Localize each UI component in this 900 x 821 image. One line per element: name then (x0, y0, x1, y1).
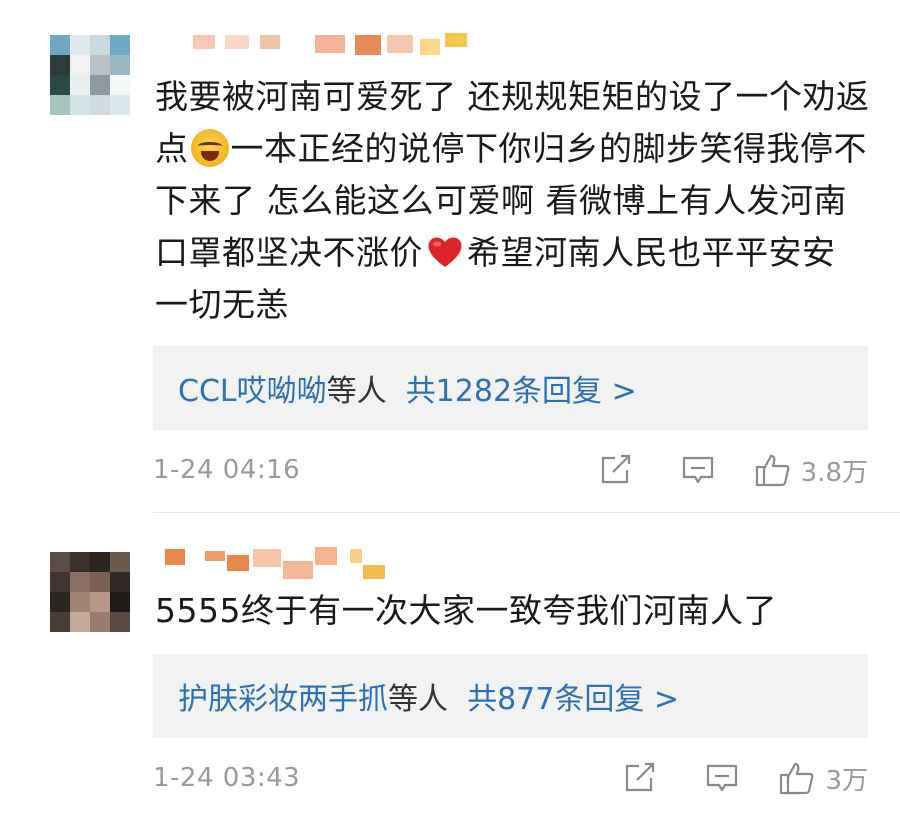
share-icon (626, 762, 655, 792)
comment-text: 5555终于有一次大家一致夸我们河南人了 (155, 591, 777, 630)
comment-button[interactable] (681, 454, 715, 486)
thumbs-up-icon (780, 762, 814, 795)
like-count: 3万 (825, 765, 868, 796)
reply-count: 共877条回复 > (467, 682, 680, 717)
timestamp: 1-24 04:16 (153, 455, 301, 485)
username-blurred[interactable] (165, 33, 485, 63)
comment-text: 我要被河南可爱死了 还规规矩矩的设了一个劝返点 一本正经的说停下你归乡的脚步笑得我… (155, 71, 875, 331)
avatar[interactable] (50, 552, 130, 632)
reply-etc: 等人 (326, 374, 387, 409)
timestamp: 1-24 03:43 (153, 763, 301, 793)
reply-username: CCL哎呦呦 (178, 374, 327, 409)
like-count: 3.8万 (800, 457, 868, 488)
comment-icon (707, 764, 738, 792)
share-button[interactable] (623, 762, 657, 794)
comment-meta: 1-24 04:16 3.8万 (153, 450, 868, 490)
username-blurred[interactable] (165, 547, 485, 579)
comment-meta: 1-24 03:43 3万 (153, 758, 868, 798)
crying-laughing-emoji-icon (190, 129, 229, 167)
reply-count: 共1282条回复 > (405, 374, 637, 409)
replies-link[interactable]: 护肤彩妆两手抓 等人 共877条回复 > (153, 654, 868, 738)
reply-etc: 等人 (388, 682, 448, 717)
divider (153, 512, 900, 513)
comment-icon (682, 456, 713, 484)
share-button[interactable] (599, 454, 633, 486)
share-icon (601, 454, 630, 484)
red-heart-emoji-icon (428, 237, 462, 267)
comment-button[interactable] (705, 762, 739, 794)
avatar[interactable] (50, 35, 130, 115)
like-button[interactable]: 3万 (779, 760, 868, 797)
like-button[interactable]: 3.8万 (755, 452, 868, 489)
reply-username: 护肤彩妆两手抓 (178, 682, 388, 717)
thumbs-up-icon (755, 454, 790, 487)
replies-link[interactable]: CCL哎呦呦 等人 共1282条回复 > (153, 346, 868, 430)
